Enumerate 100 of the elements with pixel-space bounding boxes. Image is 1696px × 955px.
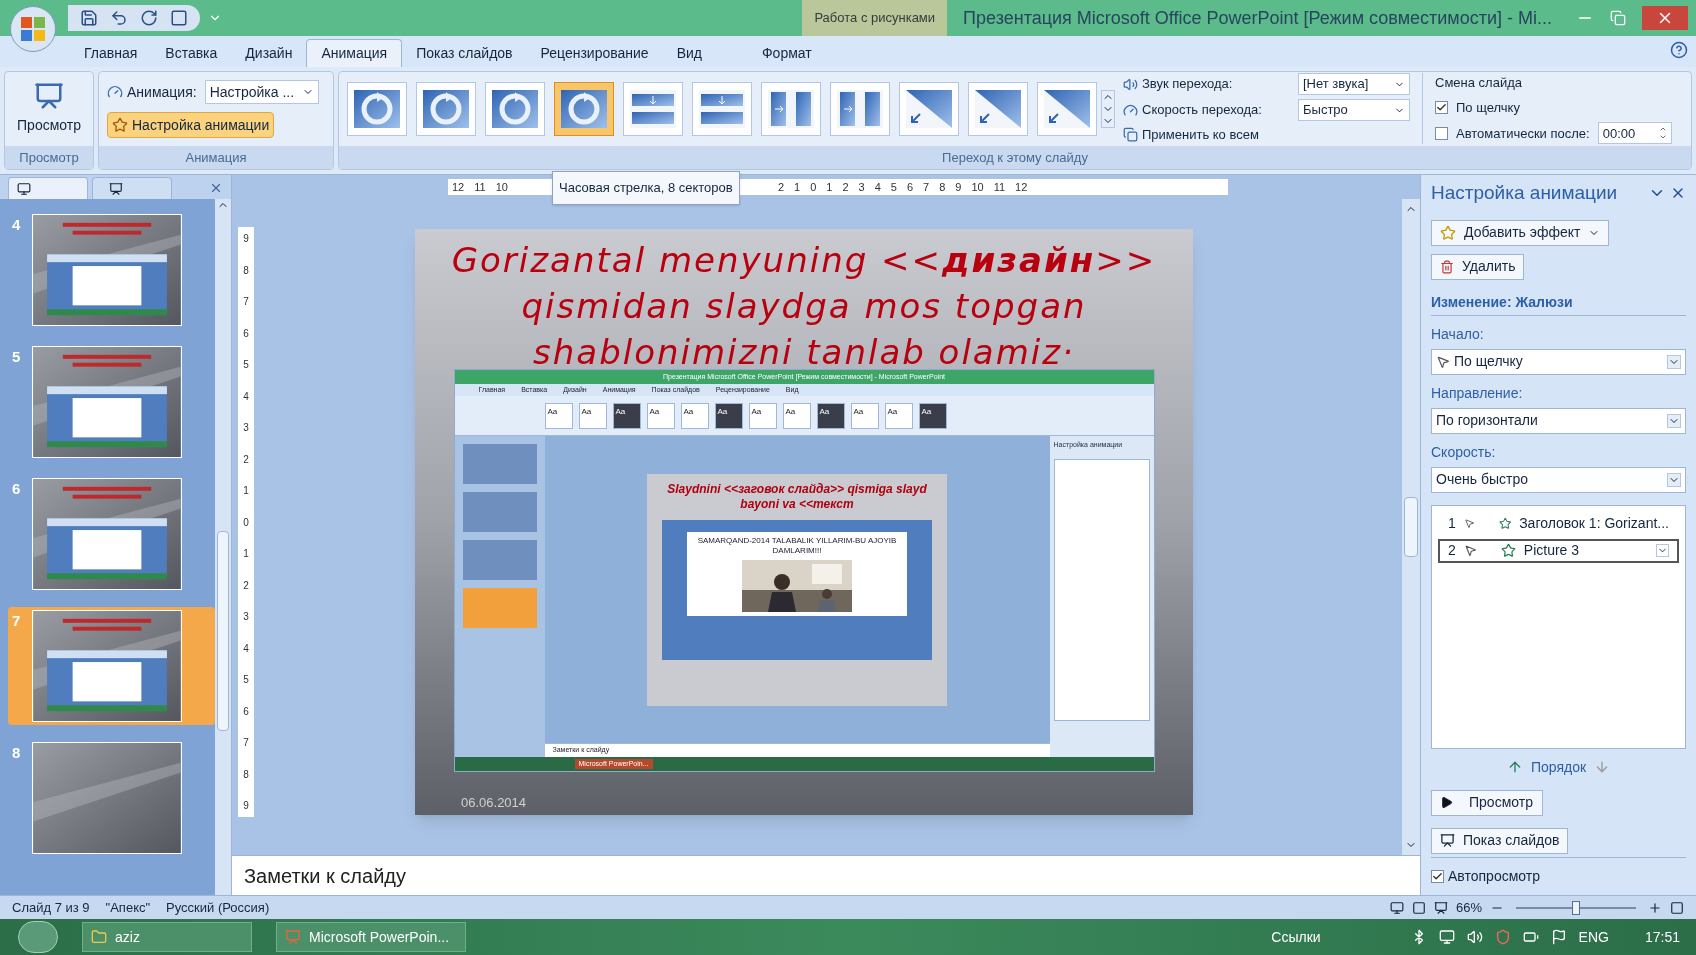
scroll-thumb[interactable] bbox=[217, 531, 229, 731]
transition-option[interactable] bbox=[692, 81, 752, 136]
transition-option[interactable] bbox=[416, 81, 476, 136]
vertical-ruler: 9 8 7 6 5 4 3 2 1 0 1 2 3 4 5 6 7 8 9 bbox=[238, 227, 254, 817]
restore-icon[interactable] bbox=[1610, 10, 1626, 26]
effect-item[interactable]: 2 Picture 3 bbox=[1438, 538, 1679, 563]
transition-option[interactable] bbox=[623, 81, 683, 136]
select-field[interactable]: Очень быстро bbox=[1431, 466, 1686, 493]
slideshow-icon bbox=[285, 929, 301, 945]
transition-option[interactable] bbox=[968, 81, 1028, 136]
transition-option[interactable] bbox=[761, 81, 821, 136]
slides-tab[interactable] bbox=[8, 177, 88, 199]
folder-icon bbox=[91, 929, 107, 945]
office-button[interactable] bbox=[10, 6, 56, 52]
checkbox-label: Автоматически после: bbox=[1456, 124, 1590, 143]
preview-button[interactable]: Просмотр bbox=[5, 72, 93, 146]
help-icon[interactable] bbox=[1670, 41, 1688, 59]
animation-dropdown[interactable]: Настройка ... bbox=[204, 80, 319, 104]
normal-view-icon[interactable] bbox=[1389, 900, 1404, 915]
outline-tab[interactable] bbox=[92, 177, 172, 199]
transition-option[interactable] bbox=[830, 81, 890, 136]
slide-title-line: qismidan slaydga mos topgan bbox=[521, 285, 1087, 328]
ribbon-tab[interactable]: Анимация bbox=[306, 39, 403, 67]
theme-tile: Aa bbox=[918, 402, 947, 429]
checkbox[interactable] bbox=[1435, 101, 1448, 114]
ribbon-tab[interactable]: Вид bbox=[662, 39, 716, 67]
inner-slide-title: Slaydnini <<заговок слайда>> qismiga slayd bayoni va <<текст bbox=[666, 481, 928, 512]
status-item: "Апекс" bbox=[105, 898, 151, 917]
sound-icon bbox=[1123, 76, 1138, 92]
scrollbar[interactable] bbox=[1402, 199, 1420, 855]
zoom-in-icon[interactable] bbox=[1648, 900, 1662, 915]
undo-icon[interactable] bbox=[110, 9, 128, 27]
save-icon[interactable] bbox=[80, 9, 98, 27]
ribbon-tab[interactable]: Дизайн bbox=[231, 39, 307, 67]
slides-icon bbox=[17, 181, 31, 196]
notes-field[interactable]: Заметки к слайду bbox=[232, 855, 1420, 895]
slide-title-line: Gorizantal menyuning <<дизайн>> bbox=[451, 239, 1157, 282]
select-field[interactable]: По горизонтали bbox=[1431, 407, 1686, 434]
slide-date: 06.06.2014 bbox=[461, 795, 527, 810]
redo-icon[interactable] bbox=[140, 9, 158, 27]
group-title: Смена слайда bbox=[1435, 74, 1523, 93]
remove-button[interactable]: Удалить bbox=[1431, 253, 1525, 280]
transition-option[interactable] bbox=[554, 81, 614, 136]
flag-icon[interactable] bbox=[1550, 929, 1567, 945]
sound-dropdown[interactable]: [Нет звука] bbox=[1298, 73, 1410, 95]
theme-tile: Aa bbox=[884, 402, 913, 429]
slideshow-button[interactable]: Показ слайдов bbox=[1431, 827, 1569, 854]
star-icon bbox=[1498, 516, 1512, 531]
zoom-thumb[interactable] bbox=[1572, 900, 1580, 915]
inner-caption: SAMARQAND-2014 TALABALIK YILLARIM-BU AJOYIB DAMLARIM!!! bbox=[696, 535, 898, 556]
transition-icon bbox=[628, 87, 678, 130]
zoom-percent: 66% bbox=[1455, 898, 1482, 917]
theme-tile: Aa bbox=[782, 402, 811, 429]
transition-option[interactable] bbox=[485, 81, 545, 136]
start-button[interactable] bbox=[18, 921, 58, 953]
select-field[interactable]: По щелчку bbox=[1431, 348, 1686, 375]
toolbar-label: Ссылки bbox=[1271, 927, 1321, 947]
copy-icon bbox=[1123, 127, 1138, 143]
slideshow-view-icon[interactable] bbox=[1433, 900, 1448, 915]
transition-option[interactable] bbox=[1037, 81, 1097, 136]
effect-item[interactable]: 1 Заголовок 1: Gorizant... bbox=[1438, 511, 1679, 536]
star-icon bbox=[1440, 224, 1456, 241]
battery-icon[interactable] bbox=[1522, 929, 1539, 945]
ribbon-tab[interactable]: Рецензирование bbox=[526, 39, 663, 67]
custom-animation-button[interactable]: Настройка анимации bbox=[107, 112, 275, 138]
theme-tile: Aa bbox=[646, 402, 675, 429]
transition-icon bbox=[904, 87, 954, 130]
pane-title: Настройка анимации bbox=[1431, 181, 1618, 205]
scroll-thumb[interactable] bbox=[1404, 497, 1418, 557]
taskbar-button[interactable]: Microsoft PowerPoin... bbox=[276, 922, 466, 952]
network-icon[interactable] bbox=[1438, 929, 1455, 945]
close-icon[interactable] bbox=[209, 181, 223, 195]
theme-tile: Aa bbox=[748, 402, 777, 429]
speed-icon bbox=[1123, 102, 1138, 118]
add-effect-button[interactable]: Добавить эффект bbox=[1431, 219, 1610, 246]
theme-tile: Aa bbox=[714, 402, 743, 429]
speed-dropdown[interactable]: Быстро bbox=[1298, 99, 1410, 121]
ribbon-tab[interactable]: Вставка bbox=[151, 39, 232, 67]
apply-all-button[interactable]: Применить ко всем bbox=[1123, 125, 1410, 145]
theme-tile: Aa bbox=[612, 402, 641, 429]
taskbar-button[interactable]: aziz bbox=[82, 922, 252, 952]
ribbon-tab[interactable]: Формат bbox=[747, 39, 826, 67]
checkbox[interactable] bbox=[1435, 126, 1448, 140]
slide-number: 6 bbox=[12, 479, 22, 499]
checkbox[interactable] bbox=[1431, 870, 1444, 883]
transition-icon bbox=[1042, 87, 1092, 130]
time-spinner[interactable]: 00:00 bbox=[1597, 122, 1672, 145]
theme-tile: Aa bbox=[850, 402, 879, 429]
transition-icon bbox=[490, 87, 540, 130]
ribbon-tab[interactable]: Главная bbox=[70, 39, 152, 67]
transition-option[interactable] bbox=[347, 81, 407, 136]
play-button[interactable]: Просмотр bbox=[1431, 789, 1543, 816]
volume-icon[interactable] bbox=[1466, 929, 1483, 945]
ribbon-tab[interactable]: Показ слайдов bbox=[402, 39, 527, 67]
close-button[interactable] bbox=[1642, 6, 1688, 30]
clock: 17:51 bbox=[1644, 927, 1680, 947]
group-label: Переход к этому слайду bbox=[339, 145, 1691, 169]
transition-option[interactable] bbox=[899, 81, 959, 136]
transition-icon bbox=[352, 87, 402, 130]
scrollbar[interactable] bbox=[215, 199, 231, 895]
